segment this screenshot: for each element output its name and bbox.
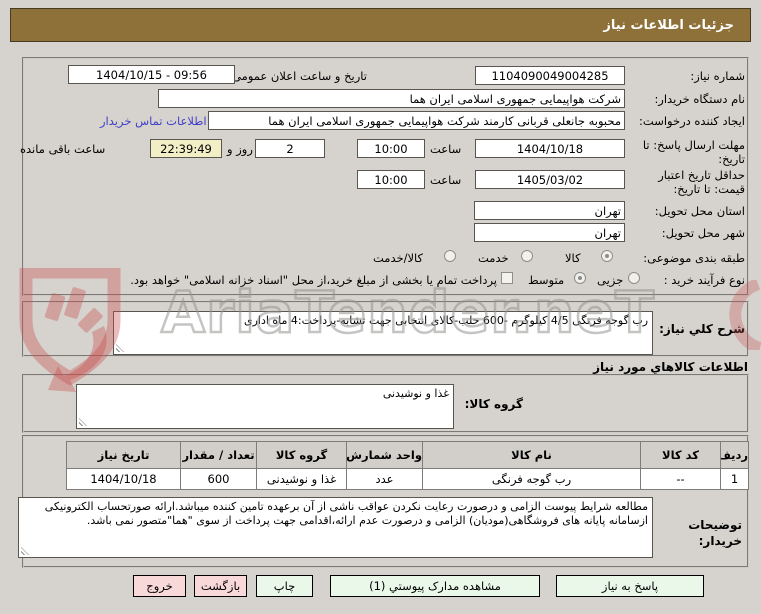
radio-goods-service[interactable]	[444, 250, 456, 262]
process-type-label: نوع فرآیند خرید :	[663, 273, 745, 287]
deadline-label-line1: مهلت ارسال پاسخ: تا	[642, 138, 745, 152]
cell-goods-group: غذا و نوشیدنی	[256, 468, 347, 490]
price-validity-time-field[interactable]: 10:00	[357, 170, 425, 189]
treasury-checkbox[interactable]	[501, 272, 513, 284]
need-details-page: { "title": "جزئیات اطلاعات نیاز", "water…	[0, 0, 761, 614]
cell-quantity: 600	[180, 468, 257, 490]
goods-group-textarea[interactable]: غذا و نوشیدنی	[76, 384, 454, 429]
radio-medium-label: متوسط	[528, 273, 565, 287]
buyer-org-field: شرکت هواپیمایی جمهوری اسلامی ایران هما	[158, 89, 625, 108]
classification-label: طبقه بندی موضوعی:	[643, 251, 745, 265]
price-validity-label: حداقل تاریخ اعتبار قیمت: تا تاریخ:	[658, 168, 745, 196]
creator-label: ایجاد کننده درخواست:	[639, 114, 745, 128]
need-number-label: شماره نیاز:	[690, 69, 745, 83]
radio-minor-label: جزیی	[597, 273, 624, 287]
page-title: جزئیات اطلاعات نیاز	[10, 8, 751, 42]
delivery-city-label: شهر محل تحویل:	[661, 226, 745, 240]
creator-field: محبوبه جانعلی قربانی کارمند شرکت هواپیما…	[208, 111, 625, 130]
days-and-label: روز و	[227, 142, 253, 156]
price-validity-hour-label: ساعت	[430, 173, 462, 187]
hours-remaining-label: ساعت باقی مانده	[20, 142, 106, 156]
col-quantity: تعداد / مقدار	[180, 441, 257, 469]
price-validity-date-field[interactable]: 1405/03/02	[475, 170, 625, 189]
price-validity-label-line2: قیمت: تا تاریخ:	[673, 182, 745, 196]
buyer-contact-link[interactable]: اطلاعات تماس خریدار	[100, 114, 207, 128]
col-unit: واحد شمارش	[346, 441, 423, 469]
radio-minor[interactable]	[628, 272, 640, 284]
cell-row-number: 1	[720, 468, 749, 490]
buyer-notes-label: توضیحات خریدار:	[688, 517, 742, 549]
buyer-notes-text: مطالعه شرایط پیوست الزامی و درصورت رعایت…	[44, 500, 648, 527]
radio-service[interactable]	[521, 250, 533, 262]
need-description-text: رب گوجه فرنگی 4/5 کیلوگرم -600 حلب-کالای…	[243, 314, 648, 327]
buyer-notes-label-line1: توضیحات	[688, 518, 742, 532]
price-validity-label-line1: حداقل تاریخ اعتبار	[658, 168, 745, 182]
view-attached-docs-button[interactable]: مشاهده مدارک پیوستي (1)	[330, 575, 540, 597]
goods-group-text: غذا و نوشیدنی	[382, 387, 449, 400]
resize-handle-icon[interactable]	[116, 344, 124, 352]
deadline-hour-label: ساعت	[430, 142, 462, 156]
resize-handle-icon[interactable]	[21, 547, 29, 555]
print-button[interactable]: چاپ	[256, 575, 313, 597]
resize-handle-icon[interactable]	[79, 418, 87, 426]
treasury-checkbox-label: پرداخت تمام یا بخشی از مبلغ خرید،از محل …	[130, 273, 497, 287]
buyer-notes-label-line2: خریدار:	[698, 534, 742, 548]
goods-table-row: 1 -- رب گوجه فرنگی عدد غذا و نوشیدنی 600…	[66, 468, 749, 490]
deadline-label-line2: تاریخ:	[718, 152, 745, 166]
delivery-city-field[interactable]: تهران	[474, 223, 625, 242]
need-number-field: 1104090049004285	[475, 66, 625, 85]
buyer-org-label: نام دستگاه خریدار:	[654, 92, 745, 106]
col-need-date: تاریخ نیاز	[66, 441, 181, 469]
col-goods-group: گروه کالا	[256, 441, 347, 469]
radio-goods[interactable]	[601, 250, 613, 262]
buyer-notes-textarea[interactable]: مطالعه شرایط پیوست الزامی و درصورت رعایت…	[18, 497, 653, 558]
remaining-days-field: 2	[255, 139, 325, 158]
delivery-province-label: استان محل تحویل:	[654, 204, 745, 218]
need-description-label: شرح کلي نیاز:	[659, 322, 745, 336]
goods-section-header: اطلاعات کالاهاي مورد نیاز	[593, 360, 748, 374]
col-goods-name: نام کالا	[422, 441, 641, 469]
goods-table-header-row: ردیف کد کالا نام کالا واحد شمارش گروه کا…	[66, 441, 749, 469]
cell-goods-name: رب گوجه فرنگی	[422, 468, 641, 490]
col-goods-code: کد کالا	[640, 441, 721, 469]
goods-table: ردیف کد کالا نام کالا واحد شمارش گروه کا…	[66, 441, 749, 490]
back-button[interactable]: بازگشت	[194, 575, 247, 597]
need-description-textarea[interactable]: رب گوجه فرنگی 4/5 کیلوگرم -600 حلب-کالای…	[113, 311, 653, 355]
radio-medium[interactable]	[574, 272, 586, 284]
announce-datetime-label: تاریخ و ساعت اعلان عمومی:	[228, 69, 367, 83]
respond-to-need-button[interactable]: پاسخ به نیاز	[556, 575, 704, 597]
deadline-label: مهلت ارسال پاسخ: تا تاریخ:	[643, 138, 745, 166]
radio-service-label: خدمت	[478, 251, 509, 265]
cell-goods-code: --	[640, 468, 721, 490]
deadline-time-field[interactable]: 10:00	[357, 139, 425, 158]
countdown-timer: 22:39:49	[150, 139, 222, 158]
goods-group-label: گروه کالا:	[464, 397, 523, 411]
exit-button[interactable]: خروج	[133, 575, 186, 597]
radio-goods-label: کالا	[565, 251, 581, 265]
radio-goods-service-label: کالا/خدمت	[373, 251, 424, 265]
delivery-province-field[interactable]: تهران	[474, 201, 625, 220]
col-row-number: ردیف	[720, 441, 749, 469]
deadline-date-field[interactable]: 1404/10/18	[475, 139, 625, 158]
page-title-text: جزئیات اطلاعات نیاز	[603, 17, 734, 33]
cell-unit: عدد	[346, 468, 423, 490]
announce-datetime-field: 1404/10/15 - 09:56	[68, 65, 235, 84]
cell-need-date: 1404/10/18	[66, 468, 181, 490]
